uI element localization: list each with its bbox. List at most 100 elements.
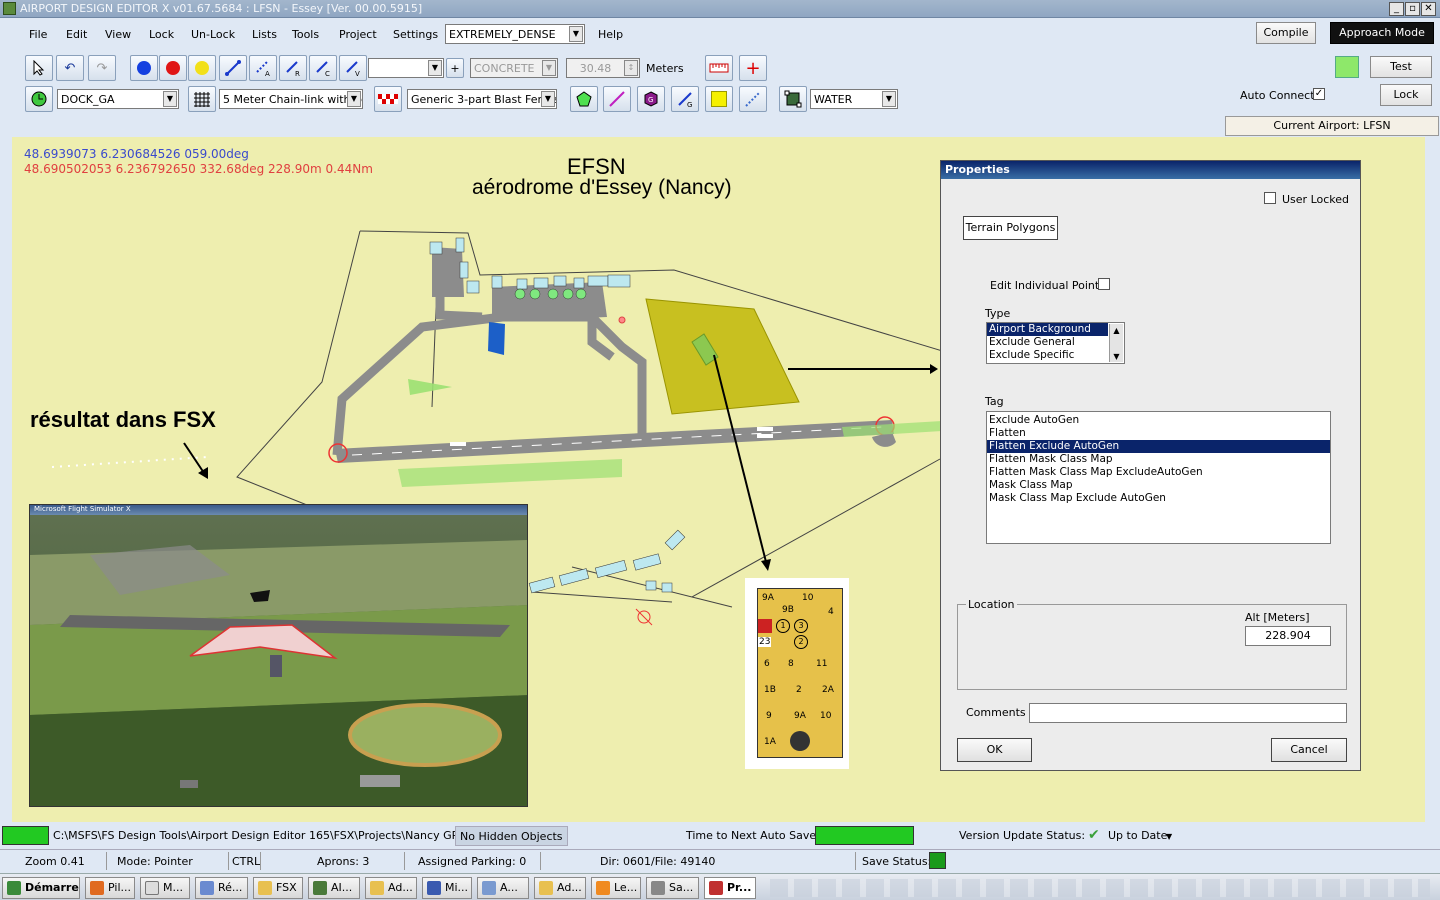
user-locked-checkbox[interactable] (1264, 192, 1276, 204)
link-tool-a[interactable]: A (249, 55, 277, 81)
tool-select[interactable]: ▼ (368, 58, 444, 78)
chevron-down-icon: ▼ (347, 91, 361, 107)
tag-option[interactable]: Mask Class Map Exclude AutoGen (987, 492, 1330, 505)
taskbar-item[interactable]: Le... (591, 877, 641, 899)
type-option[interactable]: Exclude Specific (987, 349, 1124, 362)
tag-option[interactable]: Flatten Mask Class Map (987, 453, 1330, 466)
close-button[interactable]: ✕ (1421, 2, 1436, 16)
ctrl-status: CTRL (232, 855, 261, 868)
edit-points-checkbox[interactable] (1098, 278, 1110, 290)
water-tool[interactable] (779, 86, 807, 112)
taskbar-item[interactable]: AI... (308, 877, 360, 899)
type-option[interactable]: Airport Background (987, 323, 1108, 336)
chevron-down-icon[interactable]: ▼ (1166, 832, 1172, 841)
undo-button[interactable]: ↶ (56, 55, 84, 81)
tag-option[interactable]: Flatten (987, 427, 1330, 440)
polygon-tool[interactable] (570, 86, 598, 112)
link-tool-g[interactable]: G (671, 86, 699, 112)
surface-select[interactable]: CONCRETE ▼ (470, 58, 558, 78)
tag-option[interactable]: Flatten Mask Class Map ExcludeAutoGen (987, 466, 1330, 479)
taskbar-item[interactable]: M... (140, 877, 190, 899)
parking-type-select[interactable]: DOCK_GA ▼ (57, 89, 179, 109)
test-button[interactable]: Test (1370, 56, 1432, 78)
menu-lists[interactable]: Lists (252, 28, 277, 41)
firefox-icon (90, 881, 104, 895)
yellow-point-tool[interactable] (188, 55, 216, 81)
start-button[interactable]: Démarrer (2, 877, 80, 899)
ok-button[interactable]: OK (957, 738, 1032, 762)
link-tool-v[interactable]: V (339, 55, 367, 81)
svg-text:G: G (648, 96, 653, 104)
blast-fence-select[interactable]: Generic 3-part Blast Fence ▼ (407, 89, 557, 109)
density-select[interactable]: EXTREMELY_DENSE ▼ (445, 24, 585, 44)
type-listbox[interactable]: Airport Background Exclude General Exclu… (986, 322, 1125, 364)
tag-option[interactable]: Exclude AutoGen (987, 414, 1330, 427)
document-icon (200, 881, 214, 895)
taskbar-item[interactable]: FSX (253, 877, 303, 899)
sign-cell: 11 (816, 659, 828, 669)
menu-settings[interactable]: Settings (393, 28, 438, 41)
line-tool[interactable] (603, 86, 631, 112)
link-tool-c[interactable]: C (309, 55, 337, 81)
tag-option[interactable]: Mask Class Map (987, 479, 1330, 492)
taskbar-item[interactable]: Ad... (365, 877, 417, 899)
taskbar-item-active[interactable]: Pr... (704, 877, 756, 899)
tag-option[interactable]: Flatten Exclude AutoGen (987, 440, 1330, 453)
type-option[interactable]: Exclude General (987, 336, 1124, 349)
taskbar-item[interactable]: Ré... (195, 877, 248, 899)
menu-help[interactable]: Help (598, 28, 623, 41)
hexagon-tool[interactable]: G (637, 86, 665, 112)
tag-listbox[interactable]: Exclude AutoGen Flatten Flatten Exclude … (986, 411, 1331, 544)
taskbar-label: A... (500, 881, 518, 894)
altitude-field[interactable]: 228.904 (1245, 626, 1331, 646)
terrain-polygons-button[interactable]: Terrain Polygons (963, 216, 1058, 240)
taskbar-label: Sa... (669, 881, 694, 894)
menu-tools[interactable]: Tools (292, 28, 319, 41)
menu-project[interactable]: Project (339, 28, 377, 41)
fence-tool[interactable] (188, 86, 216, 112)
water-select[interactable]: WATER ▼ (810, 89, 898, 109)
fence-type-select[interactable]: 5 Meter Chain-link with be ▼ (219, 89, 363, 109)
scrollbar[interactable]: ▲ ▼ (1109, 324, 1123, 362)
redo-button[interactable]: ↷ (88, 55, 116, 81)
menu-file[interactable]: File (29, 28, 47, 41)
clock-tool[interactable] (25, 86, 53, 112)
properties-dialog: Properties User Locked Terrain Polygons … (940, 160, 1361, 771)
maximize-button[interactable]: ▫ (1405, 2, 1420, 16)
blast-fence-tool[interactable] (374, 86, 402, 112)
menu-unlock[interactable]: Un-Lock (191, 28, 235, 41)
add-button[interactable]: + (446, 58, 464, 78)
taskbar-item[interactable]: Mi... (422, 877, 472, 899)
ruler-tool[interactable] (705, 55, 733, 81)
auto-connect-checkbox[interactable]: ✓ (1313, 88, 1325, 100)
blue-point-tool[interactable] (130, 55, 158, 81)
crosshair-tool[interactable]: + (739, 55, 767, 81)
yellow-square-tool[interactable] (705, 86, 733, 112)
taxiway-link-tool[interactable] (219, 55, 247, 81)
menu-view[interactable]: View (105, 28, 131, 41)
hidden-objects-status[interactable]: No Hidden Objects (455, 826, 568, 846)
menu-lock[interactable]: Lock (149, 28, 174, 41)
approach-mode-button[interactable]: Approach Mode (1330, 22, 1434, 44)
taskbar-item[interactable]: Pil... (85, 877, 135, 899)
dashed-line-tool[interactable] (739, 86, 767, 112)
compile-button[interactable]: Compile (1256, 22, 1316, 44)
chevron-down-icon: ▼ (882, 91, 896, 107)
taskbar-item[interactable]: Sa... (646, 877, 699, 899)
separator (404, 852, 405, 870)
menu-edit[interactable]: Edit (66, 28, 87, 41)
lock-button[interactable]: Lock (1380, 84, 1432, 106)
taskbar-label: Ad... (388, 881, 413, 894)
ruler-icon (709, 63, 729, 73)
taskbar-item[interactable]: A... (477, 877, 529, 899)
taskbar-item[interactable]: Ad... (534, 877, 586, 899)
width-spinner[interactable]: 30.48 ↕ (566, 58, 640, 78)
red-point-tool[interactable] (159, 55, 187, 81)
link-v-icon: V (346, 61, 360, 77)
minimize-button[interactable]: _ (1389, 2, 1404, 16)
link-tool-r[interactable]: R (279, 55, 307, 81)
cancel-button[interactable]: Cancel (1271, 738, 1347, 762)
version-value[interactable]: Up to Date (1108, 829, 1167, 842)
pointer-tool[interactable] (25, 55, 53, 81)
comments-field[interactable] (1029, 703, 1347, 723)
